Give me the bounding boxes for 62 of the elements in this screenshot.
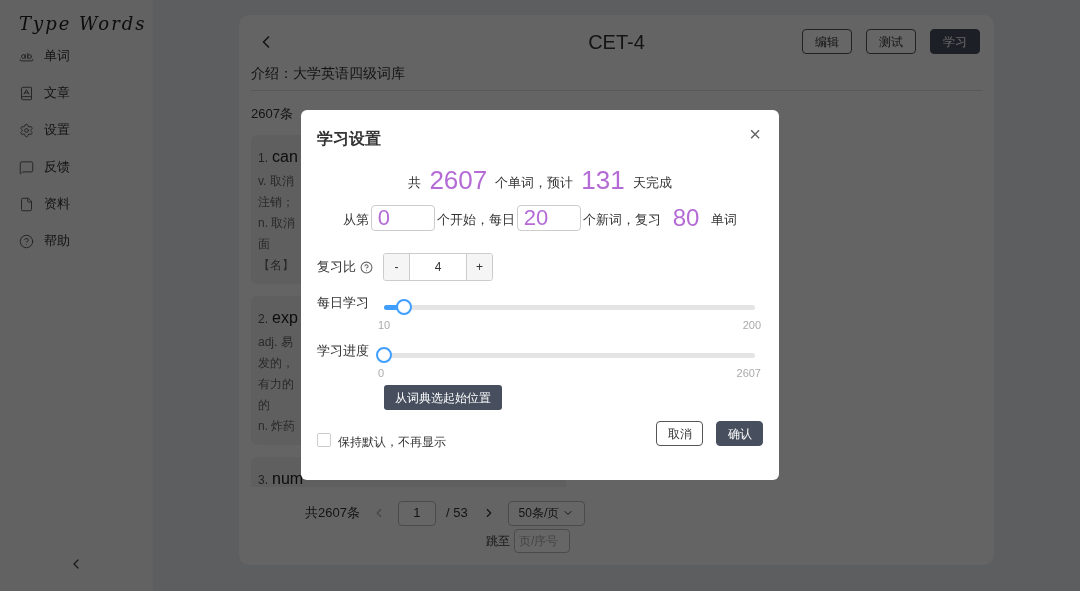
word-text: can xyxy=(272,146,298,167)
sidebar-item[interactable]: 单词 xyxy=(19,46,70,66)
word-count: 2607条 xyxy=(251,105,293,123)
page-total: / 53 xyxy=(445,504,468,523)
ratio-label: 复习比 xyxy=(317,258,356,277)
decrease-button[interactable]: - xyxy=(384,254,410,280)
review-number: 80 xyxy=(672,203,700,233)
sidebar-item[interactable]: 反馈 xyxy=(19,157,70,177)
dictionary-title: CET-4 xyxy=(588,29,645,55)
summary-text: 天完成 xyxy=(632,173,672,192)
slider-label: 每日学习 xyxy=(317,294,370,312)
message-icon xyxy=(19,159,34,175)
dialog-title: 学习设置 xyxy=(317,129,381,149)
slider-thumb[interactable] xyxy=(376,346,392,363)
help-icon xyxy=(19,233,34,249)
pick-start-button[interactable]: 从词典选起始位置 xyxy=(384,385,502,410)
summary-number: 131 xyxy=(581,163,625,197)
page-input[interactable]: 1 xyxy=(397,500,436,526)
word-text: num xyxy=(272,468,304,487)
book-icon xyxy=(19,85,34,101)
help-icon[interactable] xyxy=(360,260,373,274)
plan-text: 个开始，每日 xyxy=(436,210,515,229)
summary-number: 2607 xyxy=(429,163,488,197)
file-icon xyxy=(19,196,34,212)
page-size-select[interactable]: 50条/页 xyxy=(507,500,585,526)
slider-min: 0 xyxy=(378,365,385,381)
jump-label: 跳至 xyxy=(486,532,510,550)
sidebar-item[interactable]: 文章 xyxy=(19,83,70,103)
plan-text: 从第 xyxy=(342,210,369,229)
ratio-value: 4 xyxy=(433,259,443,276)
slider-min: 10 xyxy=(378,318,391,333)
primary-button[interactable]: 确认 xyxy=(716,421,763,446)
number-input[interactable]: 0 xyxy=(370,205,435,231)
remember-checkbox[interactable] xyxy=(317,433,331,447)
slider-max: 2607 xyxy=(736,365,761,381)
remember-label: 保持默认，不再显示 xyxy=(338,434,446,451)
word-text: exp xyxy=(272,307,298,328)
word-number: 2. xyxy=(258,310,268,328)
summary-text: 个单词，预计 xyxy=(495,173,574,192)
ratio-stepper[interactable]: - 4 + xyxy=(383,253,493,281)
dictionary-intro: 介绍：大学英语四级词库 xyxy=(251,64,405,83)
increase-button[interactable]: + xyxy=(466,254,492,280)
slider-thumb[interactable] xyxy=(395,299,412,315)
total-count: 共2607条 xyxy=(305,504,360,523)
word-number: 3. xyxy=(258,471,268,487)
app-logo: Type Words xyxy=(19,12,147,36)
summary-text: 共 xyxy=(408,173,422,192)
primary-button[interactable]: 学习 xyxy=(930,29,980,54)
slider-max: 200 xyxy=(742,318,761,333)
settings-icon xyxy=(19,122,34,138)
secondary-button[interactable]: 测试 xyxy=(866,29,916,54)
word-number: 1. xyxy=(258,149,268,167)
sidebar-item[interactable]: 资料 xyxy=(19,194,70,214)
slider-label: 学习进度 xyxy=(317,341,370,360)
number-input[interactable]: 20 xyxy=(516,205,581,231)
sidebar-item[interactable]: 帮助 xyxy=(19,231,70,251)
secondary-button[interactable]: 取消 xyxy=(656,421,703,446)
plan-text: 个新词，复习 xyxy=(582,210,661,229)
close-button[interactable]: × xyxy=(749,124,761,144)
secondary-button[interactable]: 编辑 xyxy=(802,29,852,54)
plan-text: 单词 xyxy=(711,210,738,229)
sidebar-item[interactable]: 设置 xyxy=(19,120,70,140)
